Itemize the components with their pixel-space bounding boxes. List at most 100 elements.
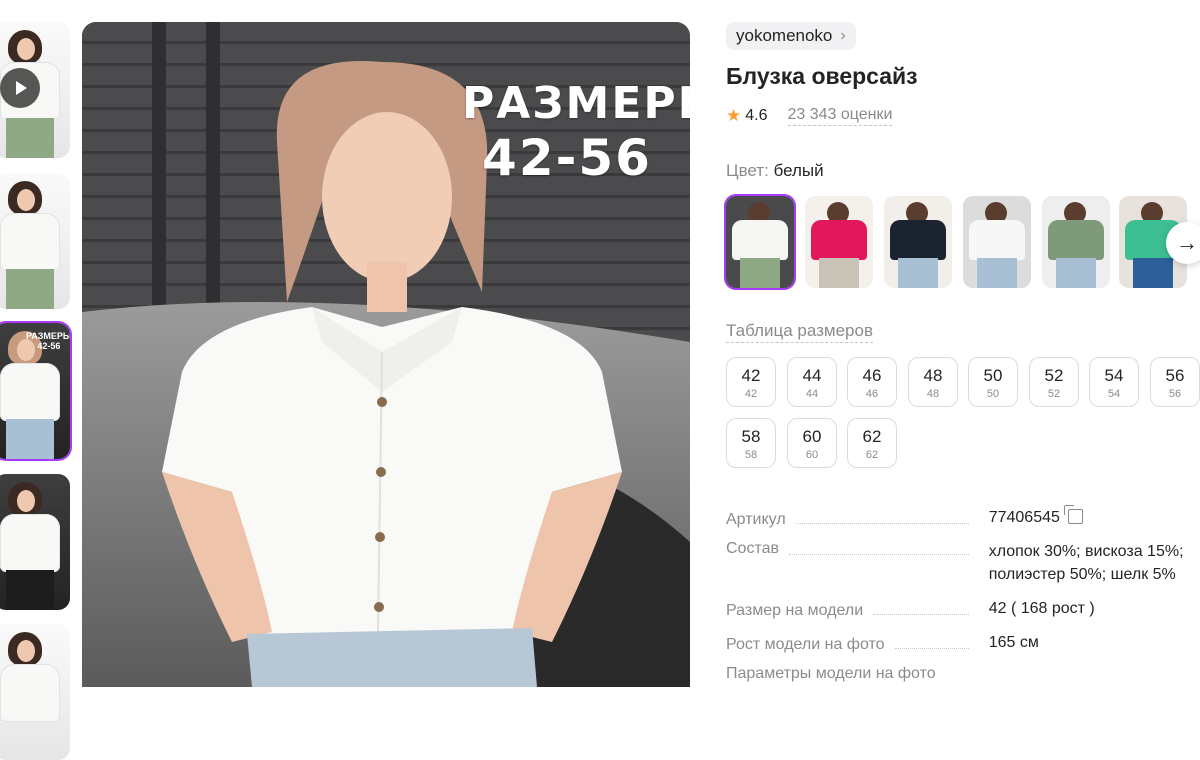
thumbnail-model-face (17, 490, 35, 512)
size-ru: 60 (805, 449, 819, 461)
size-ru: 54 (1107, 388, 1121, 400)
size-ru: 62 (865, 449, 879, 461)
spec-key-label: Параметры модели на фото (726, 665, 936, 682)
size-value: 46 (862, 366, 882, 385)
size-option[interactable]: 62 62 (847, 418, 897, 468)
size-value: 60 (802, 427, 822, 446)
rating-value: 4.6 (745, 107, 768, 124)
size-ru: 44 (805, 388, 819, 400)
brand-name: yokomenoko (736, 26, 833, 45)
thumbnail-model-face (17, 38, 35, 60)
size-value: 56 (1165, 366, 1185, 385)
rating-block: ★ 4.6 23 343 оценки (726, 106, 893, 126)
star-icon: ★ (726, 106, 742, 125)
size-value: 58 (741, 427, 761, 446)
size-value: 50 (983, 366, 1003, 385)
thumbnail-pants (6, 419, 54, 459)
reviews-link[interactable]: 23 343 оценки (787, 106, 893, 126)
spec-key-label: Рост модели на фото (726, 636, 885, 653)
thumbnail-model-face (17, 640, 35, 662)
main-product-photo[interactable]: РАЗМЕРЫ 42-56 (82, 22, 690, 687)
swatch-blouse (811, 220, 867, 260)
spec-key: Рост модели на фото (726, 631, 983, 654)
thumbnail-blouse (0, 213, 60, 271)
swatch-pants (740, 258, 780, 288)
thumbnail-1[interactable] (0, 22, 70, 158)
sizes-overlay-text: РАЗМЕРЫ 42-56 (462, 78, 690, 187)
thumbnail-5[interactable] (0, 624, 70, 760)
size-option[interactable]: 48 48 (908, 357, 958, 407)
size-option[interactable]: 58 58 (726, 418, 776, 468)
size-ru: 46 (865, 388, 879, 400)
play-icon (16, 81, 27, 95)
swatch-pants (977, 258, 1017, 288)
size-value: 62 (862, 427, 882, 446)
color-swatch-5[interactable] (1042, 196, 1110, 288)
color-swatch-2[interactable] (805, 196, 873, 288)
article-number: 77406545 (988, 509, 1060, 526)
spec-row-model-height: Рост модели на фото 165 см (726, 631, 1200, 654)
size-value: 44 (802, 366, 822, 385)
size-option[interactable]: 50 50 (968, 357, 1018, 407)
spec-key: Параметры модели на фото (726, 665, 1026, 683)
swatch-blouse (890, 220, 946, 260)
chevron-right-icon: › (840, 27, 846, 44)
color-swatch-3[interactable] (884, 196, 952, 288)
size-ru: 42 (744, 388, 758, 400)
spec-key: Состав (726, 540, 983, 586)
color-label: Цвет: белый (726, 161, 824, 181)
size-ru: 58 (744, 449, 758, 461)
copy-icon[interactable] (1063, 505, 1083, 524)
overlay-line-1: РАЗМЕРЫ (462, 78, 690, 129)
spec-dots (873, 614, 969, 615)
color-swatches (726, 196, 1200, 288)
size-ru: 56 (1168, 388, 1182, 400)
thumbnail-3-selected[interactable]: РАЗМЕРЫ 42-56 (0, 323, 70, 459)
size-table-link[interactable]: Таблица размеров (726, 321, 873, 343)
size-value: 48 (923, 366, 943, 385)
size-option[interactable]: 52 52 (1029, 357, 1079, 407)
thumbnail-pants (6, 570, 54, 610)
thumbnail-blouse (0, 664, 60, 722)
thumbnail-4[interactable] (0, 474, 70, 610)
spec-key: Артикул (726, 506, 983, 529)
size-ru: 50 (986, 388, 1000, 400)
size-value: 42 (741, 366, 761, 385)
color-swatch-1[interactable] (726, 196, 794, 288)
thumbnail-blouse (0, 514, 60, 572)
color-swatch-4[interactable] (963, 196, 1031, 288)
swatch-pants (819, 258, 859, 288)
size-option[interactable]: 60 60 (787, 418, 837, 468)
swatch-pants (898, 258, 938, 288)
size-option[interactable]: 44 44 (787, 357, 837, 407)
size-option[interactable]: 46 46 (847, 357, 897, 407)
play-video-button[interactable] (0, 68, 40, 108)
spec-dots (789, 554, 969, 555)
color-value: белый (773, 161, 824, 180)
thumbnail-size-label: РАЗМЕРЫ 42-56 (26, 331, 70, 351)
size-option[interactable]: 54 54 (1089, 357, 1139, 407)
spec-row-model-size: Размер на модели 42 ( 168 рост ) (726, 597, 1200, 620)
thumbnail-model-face (17, 189, 35, 211)
size-value: 54 (1104, 366, 1124, 385)
overlay-line-2: 42-56 (482, 129, 652, 187)
color-label-key: Цвет: (726, 161, 769, 180)
spec-key-label: Артикул (726, 511, 786, 528)
size-ru: 48 (926, 388, 940, 400)
product-title: Блузка оверсайз (726, 63, 918, 89)
size-option[interactable]: 56 56 (1150, 357, 1200, 407)
swatch-pants (1133, 258, 1173, 288)
spec-key: Размер на модели (726, 597, 983, 620)
brand-link[interactable]: yokomenoko › (726, 22, 856, 50)
thumbnail-strip: РАЗМЕРЫ 42-56 (0, 0, 74, 760)
thumbnail-pants (6, 269, 54, 309)
spec-dots (795, 523, 969, 524)
next-colors-button[interactable]: → (1166, 222, 1200, 264)
spec-row-model-params: Параметры модели на фото (726, 665, 1200, 683)
size-option[interactable]: 42 42 (726, 357, 776, 407)
swatch-blouse (1048, 220, 1104, 260)
spec-key-label: Размер на модели (726, 602, 864, 619)
arrow-right-icon: → (1176, 230, 1198, 255)
swatch-pants (1056, 258, 1096, 288)
thumbnail-2[interactable] (0, 173, 70, 309)
